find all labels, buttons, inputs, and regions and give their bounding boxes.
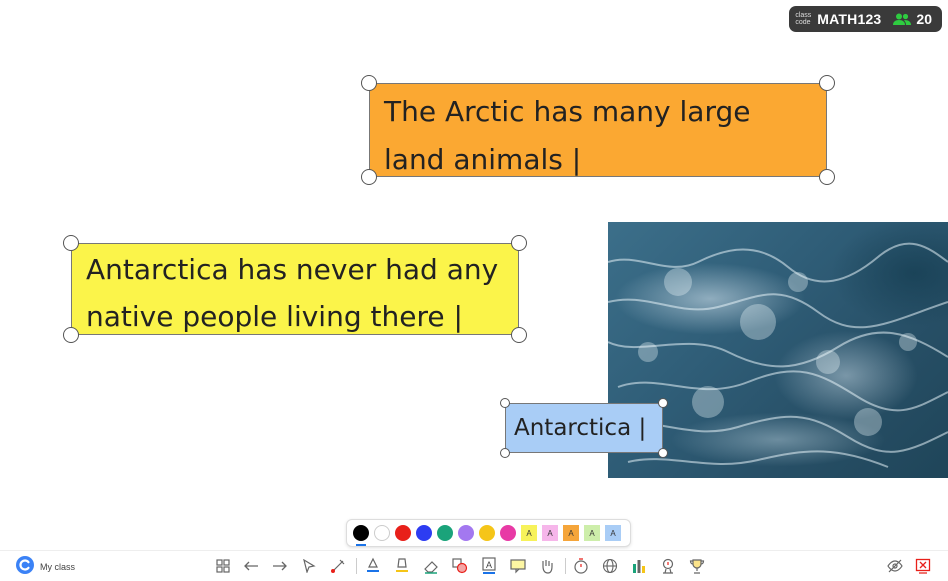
sticky-note-icon[interactable]	[509, 557, 527, 575]
grid-icon[interactable]	[214, 557, 232, 575]
toolbar-divider	[565, 558, 566, 574]
svg-text:A: A	[486, 560, 492, 570]
color-swatch-green[interactable]	[437, 525, 453, 541]
resize-handle-top-right[interactable]	[819, 75, 835, 91]
toolbar-divider	[356, 558, 357, 574]
highlighter-icon[interactable]	[393, 557, 411, 575]
class-code-badge[interactable]: class code MATH123 20	[789, 6, 942, 32]
web-icon[interactable]	[601, 557, 619, 575]
resize-handle-top-left[interactable]	[63, 235, 79, 251]
participants-count: 20	[916, 11, 932, 27]
sticky-note-arctic[interactable]: The Arctic has many large land animals |	[369, 83, 827, 177]
resize-handle-bottom-left[interactable]	[361, 169, 377, 185]
color-swatch-purple[interactable]	[458, 525, 474, 541]
resize-handle-top-right[interactable]	[658, 398, 668, 408]
highlight-swatch-pink[interactable]: A	[542, 525, 558, 541]
participants-indicator[interactable]: 20	[893, 10, 932, 29]
resize-handle-bottom-left[interactable]	[500, 448, 510, 458]
color-swatch-white[interactable]	[374, 525, 390, 541]
eraser-icon[interactable]	[422, 557, 440, 575]
highlight-swatch-green[interactable]: A	[584, 525, 600, 541]
sticky-note-text[interactable]: Antarctica has never had any native peop…	[86, 246, 504, 340]
timer-icon[interactable]	[572, 557, 590, 575]
highlight-swatch-orange[interactable]: A	[563, 525, 579, 541]
resize-handle-top-left[interactable]	[500, 398, 510, 408]
sticky-note-antarctica-people[interactable]: Antarctica has never had any native peop…	[71, 243, 519, 335]
hand-icon[interactable]	[538, 557, 556, 575]
app-logo-icon	[16, 556, 34, 578]
close-board-icon[interactable]	[914, 557, 932, 575]
resize-handle-top-right[interactable]	[511, 235, 527, 251]
sticky-note-text[interactable]: The Arctic has many large land animals |	[384, 88, 812, 184]
resize-handle-bottom-right[interactable]	[658, 448, 668, 458]
resize-handle-top-left[interactable]	[361, 75, 377, 91]
resize-handle-bottom-left[interactable]	[63, 327, 79, 343]
color-swatch-yellow[interactable]	[479, 525, 495, 541]
undo-icon[interactable]	[242, 557, 260, 575]
sticky-note-text[interactable]: Antarctica |	[514, 404, 654, 452]
trophy-icon[interactable]	[688, 557, 706, 575]
color-swatch-blue[interactable]	[416, 525, 432, 541]
class-code-value: MATH123	[817, 11, 882, 27]
sticky-note-antarctica[interactable]: Antarctica |	[505, 403, 663, 453]
my-class-label: My class	[40, 562, 76, 572]
hide-icon[interactable]	[886, 557, 904, 575]
highlight-swatch-blue[interactable]: A	[605, 525, 621, 541]
color-palette: A A A A A	[346, 519, 631, 547]
pen-icon[interactable]	[364, 557, 382, 575]
text-icon[interactable]: A	[480, 557, 498, 575]
shapes-icon[interactable]	[451, 557, 469, 575]
select-icon[interactable]	[300, 557, 318, 575]
color-swatch-red[interactable]	[395, 525, 411, 541]
class-code-caption-line1: class	[795, 12, 812, 19]
resize-handle-bottom-right[interactable]	[511, 327, 527, 343]
redo-icon[interactable]	[271, 557, 289, 575]
color-swatch-black[interactable]	[353, 525, 369, 546]
class-code-caption: class code	[795, 12, 811, 26]
bottom-toolbar: My class A	[0, 550, 948, 581]
laser-icon[interactable]	[329, 557, 347, 575]
class-code-caption-line2: code	[795, 19, 811, 26]
screen-icon[interactable]	[659, 557, 677, 575]
highlight-swatch-yellow[interactable]: A	[521, 525, 537, 541]
resize-handle-bottom-right[interactable]	[819, 169, 835, 185]
my-class-button[interactable]: My class	[16, 556, 75, 578]
users-icon	[893, 10, 912, 29]
color-swatch-pink[interactable]	[500, 525, 516, 541]
chart-icon[interactable]	[630, 557, 648, 575]
